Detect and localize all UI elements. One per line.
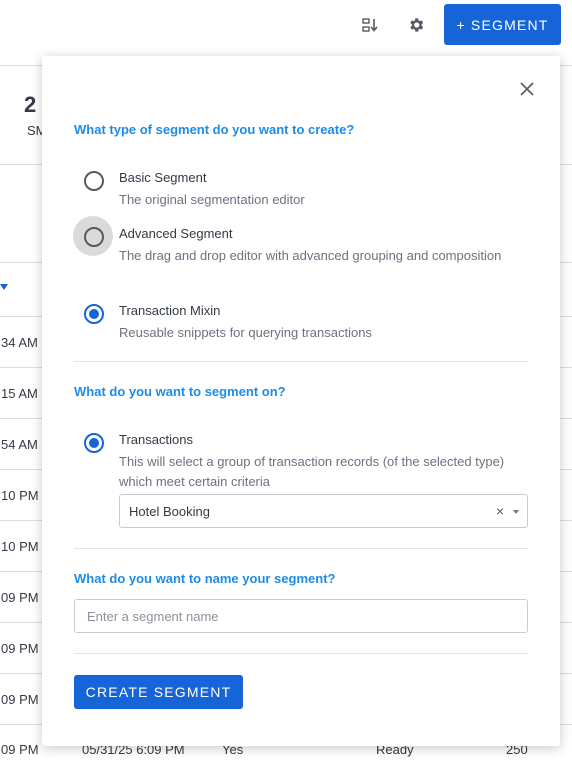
radio-transactions[interactable] bbox=[84, 433, 104, 453]
option-advanced-segment[interactable]: Advanced Segment The drag and drop edito… bbox=[73, 216, 534, 282]
add-segment-button[interactable]: + SEGMENT bbox=[444, 4, 561, 45]
option-label: Transaction Mixin bbox=[119, 303, 221, 318]
row-time: 10 PM bbox=[1, 539, 39, 554]
row-time: 09 PM bbox=[1, 742, 39, 757]
option-transaction-mixin[interactable]: Transaction Mixin Reusable snippets for … bbox=[74, 303, 534, 340]
row-time: 10 PM bbox=[1, 488, 39, 503]
row-time: 09 PM bbox=[1, 692, 39, 707]
option-description: The original segmentation editor bbox=[119, 192, 305, 207]
option-description: This will select a group of transaction … bbox=[119, 454, 505, 489]
segment-name-question: What do you want to name your segment? bbox=[74, 571, 336, 586]
stat-value: 2 bbox=[24, 92, 37, 117]
segment-on-question: What do you want to segment on? bbox=[74, 384, 286, 399]
option-label: Basic Segment bbox=[119, 170, 207, 185]
radio-advanced-segment[interactable] bbox=[84, 227, 104, 247]
row-time: 15 AM bbox=[1, 386, 38, 401]
transaction-type-select[interactable]: Hotel Booking × bbox=[119, 494, 528, 528]
option-description: The drag and drop editor with advanced g… bbox=[119, 248, 502, 263]
option-label: Advanced Segment bbox=[119, 226, 233, 241]
segment-name-input[interactable] bbox=[74, 599, 528, 633]
sort-icon[interactable] bbox=[359, 14, 381, 36]
segment-type-question: What type of segment do you want to crea… bbox=[74, 122, 355, 137]
option-transactions[interactable]: Transactions This will select a group of… bbox=[74, 432, 534, 489]
row-time: 34 AM bbox=[1, 335, 38, 350]
option-description: Reusable snippets for querying transacti… bbox=[119, 325, 372, 340]
radio-selected-dot bbox=[89, 309, 99, 319]
selected-value: Hotel Booking bbox=[129, 504, 210, 519]
create-segment-button[interactable]: CREATE SEGMENT bbox=[74, 675, 243, 709]
clear-icon[interactable]: × bbox=[496, 503, 504, 519]
option-label: Transactions bbox=[119, 432, 193, 447]
new-segment-panel: What type of segment do you want to crea… bbox=[42, 56, 560, 746]
sort-caret-icon[interactable] bbox=[0, 284, 8, 290]
section-divider bbox=[74, 653, 528, 654]
row-time: 09 PM bbox=[1, 590, 39, 605]
radio-transaction-mixin[interactable] bbox=[84, 304, 104, 324]
row-time: 54 AM bbox=[1, 437, 38, 452]
row-time: 09 PM bbox=[1, 641, 39, 656]
section-divider bbox=[74, 548, 528, 549]
radio-selected-dot bbox=[89, 438, 99, 448]
close-icon[interactable] bbox=[517, 79, 537, 99]
chevron-down-icon[interactable] bbox=[513, 510, 519, 514]
option-basic-segment[interactable]: Basic Segment The original segmentation … bbox=[74, 170, 534, 207]
gear-icon[interactable] bbox=[405, 14, 427, 36]
section-divider bbox=[74, 361, 528, 362]
radio-basic-segment[interactable] bbox=[84, 171, 104, 191]
